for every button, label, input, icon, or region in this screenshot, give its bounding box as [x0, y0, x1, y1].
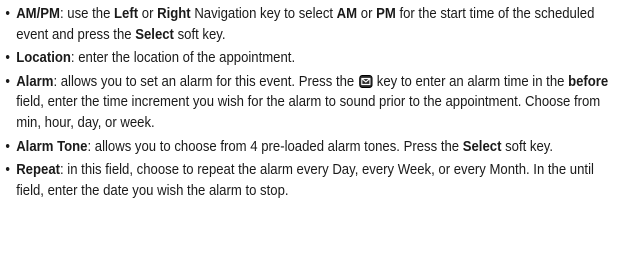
item-text: : allows you to set an alarm for this ev… — [53, 73, 358, 90]
key-select: Select — [462, 138, 502, 155]
item-text: : use the — [59, 6, 115, 22]
item-text: soft key. — [501, 138, 554, 155]
list-item-am-pm: • AM/PM: use the Left or Right Navigatio… — [5, 4, 621, 45]
item-text: soft key. — [173, 26, 226, 43]
item-text: key to enter an alarm time in the — [373, 73, 569, 90]
option-am: AM — [336, 6, 358, 22]
term-am-pm: AM/PM — [16, 6, 60, 22]
message-key-icon — [358, 74, 373, 88]
document-page: • AM/PM: use the Left or Right Navigatio… — [0, 0, 626, 262]
item-text: Navigation key to select — [190, 6, 337, 22]
key-select: Select — [135, 26, 174, 43]
field-before: before — [568, 73, 609, 90]
bullet-list: • AM/PM: use the Left or Right Navigatio… — [5, 4, 621, 201]
item-text: or — [138, 6, 158, 22]
term-alarm: Alarm — [16, 73, 54, 90]
list-item-alarm-tone: • Alarm Tone: allows you to choose from … — [5, 137, 621, 158]
list-item-repeat: • Repeat: in this field, choose to repea… — [5, 160, 621, 201]
item-text: : allows you to choose from 4 pre-loaded… — [87, 138, 463, 155]
option-pm: PM — [376, 6, 396, 22]
bullet-glyph: • — [5, 73, 10, 90]
bullet-glyph: • — [5, 162, 10, 179]
item-text: or — [357, 6, 377, 22]
list-item-location: • Location: enter the location of the ap… — [5, 48, 621, 69]
term-alarm-tone: Alarm Tone — [16, 138, 88, 155]
bullet-glyph: • — [5, 6, 10, 22]
item-text: : enter the location of the appointment. — [70, 50, 296, 67]
term-location: Location — [16, 50, 71, 67]
term-repeat: Repeat — [16, 162, 61, 179]
key-right: Right — [157, 6, 191, 22]
item-text: : in this field, choose to repeat the al… — [16, 162, 594, 199]
bullet-glyph: • — [5, 50, 10, 67]
bullet-glyph: • — [5, 138, 10, 155]
item-text: field, enter the time increment you wish… — [16, 94, 601, 131]
key-left: Left — [114, 6, 139, 22]
list-item-alarm: • Alarm: allows you to set an alarm for … — [5, 72, 621, 134]
